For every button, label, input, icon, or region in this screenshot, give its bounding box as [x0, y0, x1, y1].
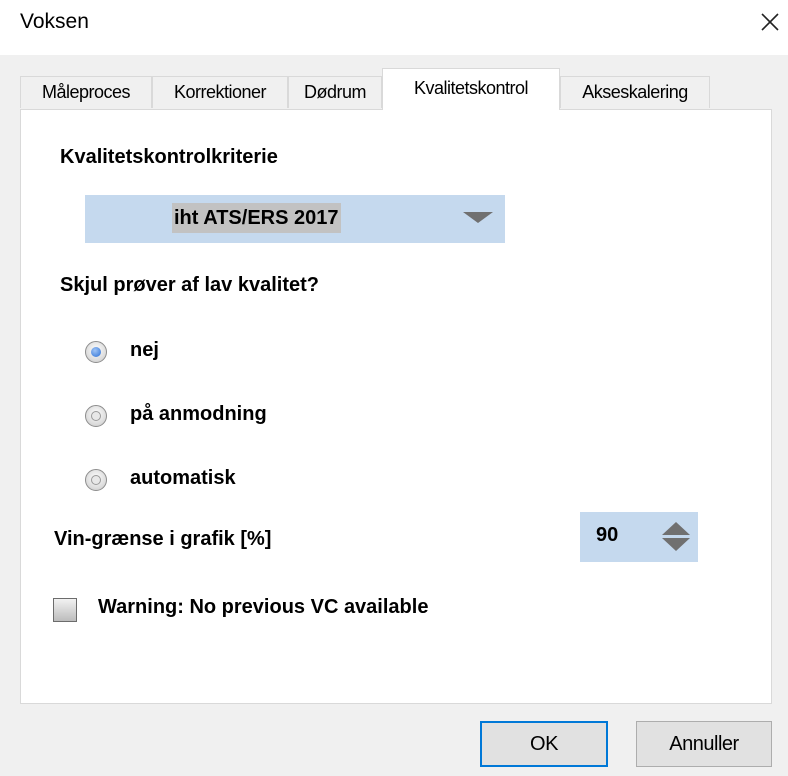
tab-korrektioner[interactable]: Korrektioner: [152, 76, 288, 108]
vin-limit-spinner[interactable]: 90: [580, 512, 698, 562]
warning-checkbox[interactable]: [53, 598, 77, 622]
radio-paa-anmodning-label: på anmodning: [130, 403, 267, 425]
cancel-button[interactable]: Annuller: [636, 721, 772, 767]
hide-samples-label: Skjul prøver af lav kvalitet?: [60, 274, 319, 296]
close-icon[interactable]: [755, 6, 785, 36]
vin-limit-value: 90: [596, 524, 619, 546]
criteria-label: Kvalitetskontrolkriterie: [60, 146, 278, 168]
tab-doedrum[interactable]: Dødrum: [288, 76, 382, 108]
ok-button[interactable]: OK: [480, 721, 608, 767]
spin-up-icon[interactable]: [662, 522, 690, 535]
criteria-value: iht ATS/ERS 2017: [172, 203, 341, 233]
radio-unselected-icon: [85, 469, 107, 491]
radio-nej-label: nej: [130, 339, 159, 361]
radio-automatisk-label: automatisk: [130, 467, 236, 489]
close-icon-glyph: [761, 13, 779, 31]
tab-akseskalering[interactable]: Akseskalering: [560, 76, 710, 108]
tab-kvalitetskontrol[interactable]: Kvalitetskontrol: [382, 68, 560, 110]
vin-limit-label: Vin-grænse i grafik [%]: [54, 528, 272, 550]
tab-maaleproces[interactable]: Måleproces: [20, 76, 152, 108]
spin-down-icon[interactable]: [662, 538, 690, 551]
window-title: Voksen: [20, 10, 89, 33]
tab-bar: Måleproces Korrektioner Dødrum Kvalitets…: [20, 68, 710, 110]
radio-unselected-icon: [85, 405, 107, 427]
chevron-down-icon: [463, 212, 493, 223]
warning-label: Warning: No previous VC available: [98, 596, 429, 618]
title-bar: Voksen: [0, 0, 788, 55]
criteria-dropdown[interactable]: iht ATS/ERS 2017: [85, 195, 505, 243]
radio-selected-icon: [85, 341, 107, 363]
